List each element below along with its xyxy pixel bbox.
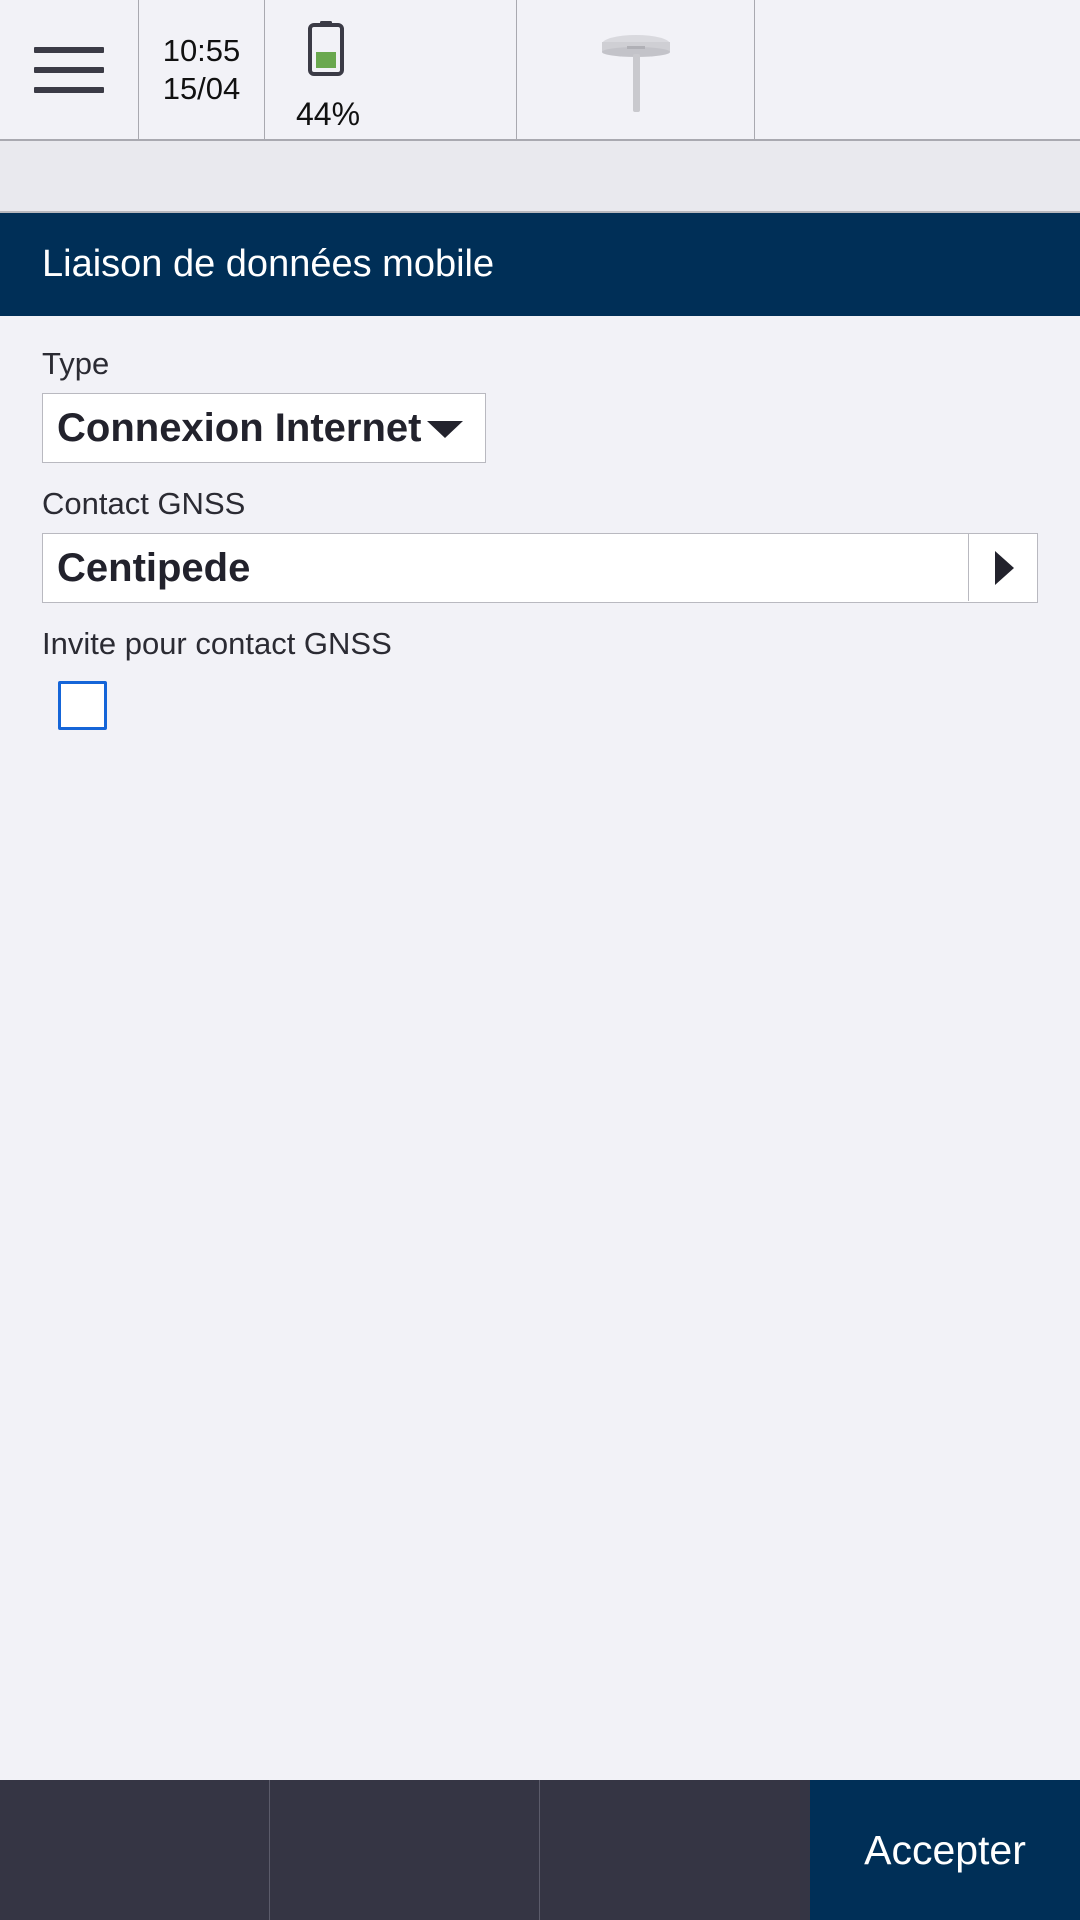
prompt-gnss-contact-label: Invite pour contact GNSS bbox=[42, 626, 392, 661]
chevron-right-icon[interactable] bbox=[968, 534, 1037, 601]
softkey-2[interactable] bbox=[270, 1780, 540, 1920]
softkey-3[interactable] bbox=[540, 1780, 810, 1920]
receiver-status[interactable] bbox=[517, 0, 755, 139]
chevron-down-icon bbox=[427, 421, 463, 438]
menu-button[interactable] bbox=[0, 0, 139, 139]
prompt-gnss-contact-checkbox[interactable] bbox=[58, 681, 107, 730]
battery-icon bbox=[308, 21, 344, 76]
clock[interactable]: 10:55 15/04 bbox=[139, 0, 265, 139]
softkey-1[interactable] bbox=[0, 1780, 270, 1920]
hamburger-menu-icon bbox=[34, 46, 104, 93]
gnss-receiver-icon bbox=[602, 35, 670, 112]
battery-status[interactable]: 44% bbox=[265, 0, 517, 139]
gnss-contact-value: Centipede bbox=[57, 545, 251, 590]
clock-date: 15/04 bbox=[162, 70, 241, 106]
softkey-bar: Accepter bbox=[0, 1780, 1080, 1920]
accept-button[interactable]: Accepter bbox=[810, 1780, 1080, 1920]
battery-percent: 44% bbox=[295, 96, 361, 132]
gnss-contact-label: Contact GNSS bbox=[42, 486, 246, 521]
status-bar-empty bbox=[755, 0, 1080, 139]
type-label: Type bbox=[42, 346, 110, 381]
type-dropdown[interactable]: Connexion Internet bbox=[42, 393, 486, 463]
type-dropdown-value: Connexion Internet bbox=[57, 405, 422, 450]
page-title: Liaison de données mobile bbox=[0, 213, 1080, 316]
status-bar: 10:55 15/04 44% bbox=[0, 0, 1080, 141]
clock-time: 10:55 bbox=[162, 32, 241, 68]
sub-toolbar bbox=[0, 141, 1080, 213]
gnss-contact-selector[interactable]: Centipede bbox=[42, 533, 1038, 603]
